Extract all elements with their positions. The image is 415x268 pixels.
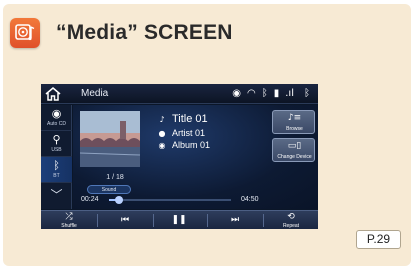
track-title: Title 01 xyxy=(172,113,208,125)
change-device-button[interactable]: ▭▯ Change Device xyxy=(272,138,315,162)
divider xyxy=(97,214,98,227)
source-label: Auto CD xyxy=(47,121,66,127)
source-sidebar: ◉ Auto CD ⚲ USB ᛒ BT ﹀ xyxy=(41,105,72,209)
person-icon: ● xyxy=(158,128,166,138)
divider xyxy=(263,214,264,227)
source-label: BT xyxy=(53,173,60,179)
signal-icon: .ıl xyxy=(285,88,294,99)
progress-track[interactable] xyxy=(109,196,231,204)
playback-controls: ⤮ Shuffle ⏮ ❚❚ ⏭ ⟲ Repeat xyxy=(41,210,318,229)
chevron-down-icon[interactable]: ﹀ xyxy=(41,185,72,205)
change-device-icon: ▭▯ xyxy=(287,141,302,151)
wifi-icon: ◠ xyxy=(247,88,256,99)
source-usb[interactable]: ⚲ USB xyxy=(41,131,72,157)
next-track-button[interactable]: ⏭ xyxy=(215,211,255,229)
track-counter: 1 / 18 xyxy=(106,174,124,181)
screen-label: Media xyxy=(81,88,109,99)
shuffle-icon: ⤮ xyxy=(65,212,73,222)
shuffle-button[interactable]: ⤮ Shuffle xyxy=(49,211,89,229)
sound-button[interactable]: Sound xyxy=(87,185,131,194)
home-icon[interactable] xyxy=(44,86,62,102)
browse-icon: ♪≡ xyxy=(287,113,302,123)
shuffle-label: Shuffle xyxy=(61,223,77,229)
music-note-icon: ♪ xyxy=(159,114,165,124)
album-art xyxy=(80,111,140,167)
track-album: Album 01 xyxy=(172,140,211,150)
source-label: USB xyxy=(51,147,62,153)
bluetooth-icon: ᛒ xyxy=(304,88,310,99)
browse-button[interactable]: ♪≡ Browse xyxy=(272,110,315,134)
divider xyxy=(153,214,154,227)
media-app-icon xyxy=(10,18,40,48)
progress-knob[interactable] xyxy=(114,196,123,204)
status-icons: ◉ ◠ ᛒ ▮ .ıl ᛒ xyxy=(232,87,310,101)
bluetooth-icon: ᛒ xyxy=(261,88,268,99)
title-row: “Media” SCREEN xyxy=(10,11,233,55)
total-time: 04:50 xyxy=(241,196,259,203)
pause-button[interactable]: ❚❚ xyxy=(159,211,199,229)
source-auto-cd[interactable]: ◉ Auto CD xyxy=(41,105,72,131)
previous-track-icon: ⏮ xyxy=(120,215,130,225)
repeat-button[interactable]: ⟲ Repeat xyxy=(271,211,311,229)
elapsed-time: 00:24 xyxy=(81,196,99,203)
phone-battery-icon: ▮ xyxy=(273,88,280,99)
track-artist: Artist 01 xyxy=(172,128,206,138)
repeat-icon: ⟲ xyxy=(287,212,295,222)
divider xyxy=(207,214,208,227)
media-screen: Media ◉ ◠ ᛒ ▮ .ıl ᛒ ◉ Auto CD ⚲ USB ᛒ BT… xyxy=(41,84,318,229)
track-title-row: ♪ Title 01 xyxy=(156,113,208,125)
usb-icon: ⚲ xyxy=(52,133,61,146)
disc-icon: ◉ xyxy=(232,88,241,99)
repeat-label: Repeat xyxy=(282,223,300,229)
change-device-label: Change Device xyxy=(277,154,312,160)
next-track-icon: ⏭ xyxy=(230,215,240,225)
track-artist-row: ● Artist 01 xyxy=(156,128,206,138)
page-title: “Media” SCREEN xyxy=(56,21,233,44)
cd-icon: ◉ xyxy=(51,107,62,120)
now-playing-panel: ♪ Title 01 ● Artist 01 ◉ Album 01 1 / 18… xyxy=(73,105,318,209)
bluetooth-icon: ᛒ xyxy=(53,159,60,172)
page-reference[interactable]: P.29 xyxy=(356,230,401,249)
top-bar: Media ◉ ◠ ᛒ ▮ .ıl ᛒ xyxy=(41,84,318,104)
track-album-row: ◉ Album 01 xyxy=(156,140,211,150)
browse-label: Browse xyxy=(286,126,303,132)
previous-track-button[interactable]: ⏮ xyxy=(105,211,145,229)
source-bt[interactable]: ᛒ BT xyxy=(41,157,72,183)
disc-icon: ◉ xyxy=(158,140,166,150)
pause-icon: ❚❚ xyxy=(171,215,187,225)
